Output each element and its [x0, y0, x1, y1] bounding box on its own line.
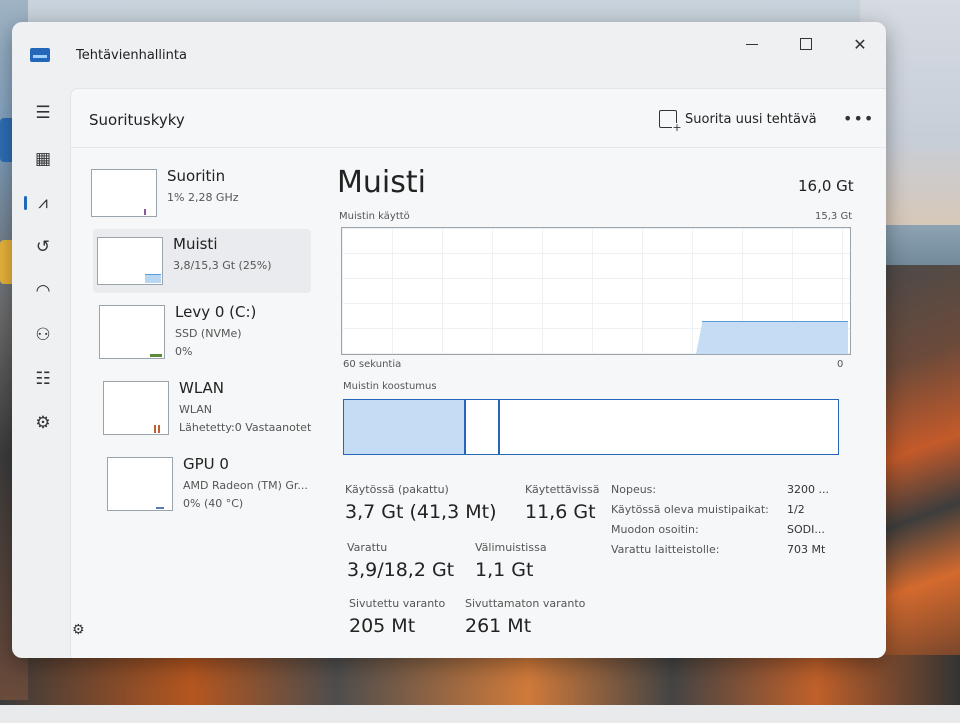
settings-icon[interactable]: ⚙ — [72, 622, 85, 638]
minimize-icon — [746, 43, 758, 45]
perf-item-sub: AMD Radeon (TM) Gr... — [183, 479, 308, 492]
memory-thumbnail-graph — [97, 237, 163, 285]
detail-title: Muisti — [337, 165, 426, 200]
memory-usage-label: Muistin käyttö — [339, 211, 410, 222]
hamburger-menu-icon[interactable]: ☰ — [26, 98, 60, 128]
speed-value: 3200 ... — [787, 483, 829, 496]
in-use-value: 3,7 Gt (41,3 Mt) — [345, 501, 497, 523]
paged-pool-label: Sivutettu varanto — [349, 597, 446, 610]
nonpaged-pool-value: 261 Mt — [465, 615, 532, 637]
performance-icon[interactable]: ⩘ — [24, 188, 60, 218]
app-history-icon[interactable]: ↺ — [26, 232, 60, 262]
cpu-spark — [144, 209, 146, 215]
perf-item-cpu[interactable]: Suoritin 1% 2,28 GHz — [87, 161, 305, 225]
cpu-thumbnail-graph — [91, 169, 157, 217]
wlan-thumbnail-graph — [103, 381, 169, 435]
users-icon[interactable]: ⚇ — [26, 320, 60, 350]
run-new-task-label: Suorita uusi tehtävä — [685, 111, 817, 127]
memory-composition-label: Muistin koostumus — [343, 381, 437, 392]
maximize-icon — [800, 38, 812, 50]
services-icon[interactable]: ⚙ — [26, 408, 60, 438]
committed-label: Varattu — [347, 541, 388, 554]
perf-item-sub: 3,8/15,3 Gt (25%) — [173, 259, 272, 272]
memory-composition-bar — [343, 399, 839, 455]
task-manager-app-icon — [30, 48, 50, 62]
speed-key: Nopeus: — [611, 483, 657, 496]
taskbar — [0, 705, 960, 723]
perf-item-name: WLAN — [179, 379, 225, 397]
wlan-spark — [154, 425, 156, 433]
hardware-reserved-key: Varattu laitteistolle: — [611, 543, 720, 556]
hardware-reserved-value: 703 Mt — [787, 543, 826, 556]
perf-item-sub: Lähetetty:0 Vastaanotet — [179, 421, 312, 434]
maximize-button[interactable] — [786, 30, 826, 58]
close-icon: ✕ — [853, 34, 867, 54]
perf-item-memory[interactable]: Muisti 3,8/15,3 Gt (25%) — [93, 229, 311, 293]
perf-item-gpu[interactable]: GPU 0 AMD Radeon (TM) Gr... 0% (40 °C) — [103, 449, 321, 513]
startup-apps-icon[interactable]: ◠ — [26, 276, 60, 306]
slots-used-key: Käytössä oleva muistipaikat: — [611, 503, 769, 516]
available-value: 11,6 Gt — [525, 501, 596, 523]
perf-item-name: Suoritin — [167, 167, 226, 185]
nonpaged-pool-label: Sivuttamaton varanto — [465, 597, 586, 610]
disk-spark — [150, 354, 162, 357]
gpu-thumbnail-graph — [107, 457, 173, 511]
form-factor-value: SODI... — [787, 523, 825, 536]
run-new-task-button[interactable]: Suorita uusi tehtävä — [659, 105, 817, 133]
graph-axis-right: 0 — [837, 359, 844, 370]
form-factor-key: Muodon osoitin: — [611, 523, 699, 536]
minimize-button[interactable] — [732, 30, 772, 58]
close-button[interactable]: ✕ — [840, 30, 880, 58]
perf-item-sub: 1% 2,28 GHz — [167, 191, 239, 204]
slots-used-value: 1/2 — [787, 503, 805, 516]
cached-label: Välimuistissa — [475, 541, 547, 554]
available-label: Käytettävissä — [525, 483, 600, 496]
perf-item-name: Muisti — [173, 235, 218, 253]
header-divider — [71, 147, 886, 148]
performance-page: Suorituskyky Suorita uusi tehtävä ••• Su… — [70, 88, 886, 658]
paged-pool-value: 205 Mt — [349, 615, 416, 637]
memory-thumbnail-fill — [145, 274, 161, 283]
perf-item-name: Levy 0 (C:) — [175, 303, 257, 321]
composition-modified — [466, 400, 500, 454]
details-icon[interactable]: ☷ — [26, 364, 60, 394]
memory-usage-max: 15,3 Gt — [815, 211, 853, 222]
task-manager-window: Tehtävienhallinta ✕ ☰ ▦ ⩘ ↺ ◠ ⚇ ☷ ⚙ Suor… — [12, 22, 886, 658]
disk-thumbnail-graph — [99, 305, 165, 359]
graph-axis-left: 60 sekuntia — [343, 359, 402, 370]
perf-item-disk[interactable]: Levy 0 (C:) SSD (NVMe) 0% — [95, 297, 313, 361]
navigation-rail: ☰ ▦ ⩘ ↺ ◠ ⚇ ☷ ⚙ — [12, 88, 68, 658]
composition-in-use — [344, 400, 466, 454]
perf-item-sub: 0% (40 °C) — [183, 497, 244, 510]
desktop-rocks-bottom — [0, 655, 960, 705]
in-use-label: Käytössä (pakattu) — [345, 483, 449, 496]
page-title: Suorituskyky — [89, 111, 185, 129]
perf-item-sub: SSD (NVMe) — [175, 327, 242, 340]
total-memory: 16,0 Gt — [798, 177, 854, 195]
more-options-button[interactable]: ••• — [843, 109, 874, 128]
window-title: Tehtävienhallinta — [76, 48, 187, 63]
memory-usage-area — [696, 321, 848, 354]
gpu-spark — [156, 507, 164, 509]
perf-item-wlan[interactable]: WLAN WLAN Lähetetty:0 Vastaanotet — [99, 373, 317, 437]
wlan-spark — [158, 425, 160, 433]
perf-item-name: GPU 0 — [183, 455, 229, 473]
processes-icon[interactable]: ▦ — [26, 144, 60, 174]
title-bar: Tehtävienhallinta ✕ — [12, 22, 886, 88]
perf-item-sub: 0% — [175, 345, 193, 358]
committed-value: 3,9/18,2 Gt — [347, 559, 455, 581]
perf-item-sub: WLAN — [179, 403, 213, 416]
cached-value: 1,1 Gt — [475, 559, 534, 581]
memory-usage-graph — [341, 227, 851, 355]
new-task-icon — [659, 110, 682, 133]
